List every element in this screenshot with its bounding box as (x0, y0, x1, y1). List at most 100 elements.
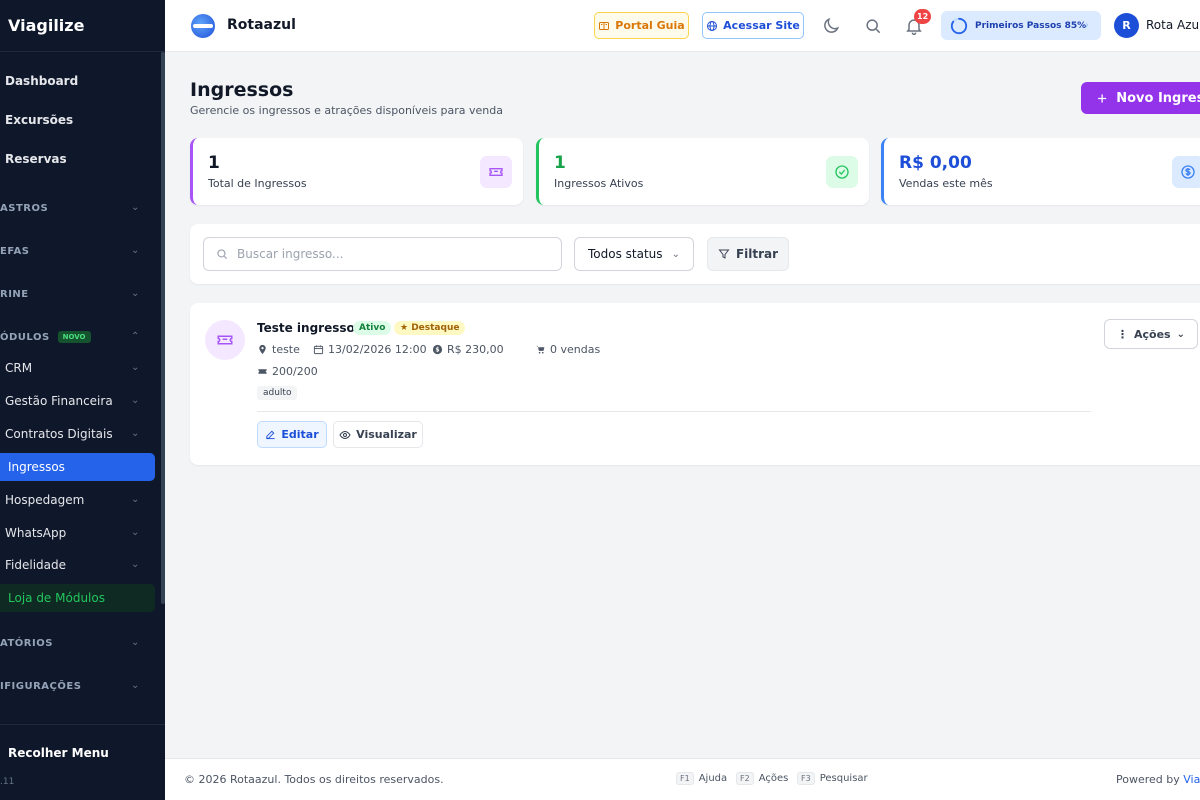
search-box[interactable] (203, 237, 562, 271)
chevron-down-icon: ⌄ (131, 527, 140, 538)
book-icon (599, 21, 610, 30)
moon-icon[interactable] (821, 16, 841, 36)
progress-ring-icon (950, 17, 968, 34)
shortcut-actions[interactable]: F2 Ações (736, 772, 788, 785)
sidebar-item-hospedagem[interactable]: Hospedagem ⌄ (0, 490, 161, 510)
edit-button[interactable]: Editar (257, 421, 327, 448)
stat-label: Ingressos Ativos (554, 177, 644, 190)
stat-label: Total de Ingressos (208, 177, 307, 190)
page-title: Ingressos (190, 79, 294, 101)
actions-dropdown-button[interactable]: ⋮ Ações ⌄ (1104, 319, 1198, 349)
filter-bar: Todos status ⌄ Filtrar (190, 224, 1200, 284)
shortcut-search[interactable]: F3 Pesquisar (797, 772, 868, 785)
sidebar-section-cadastros[interactable]: ASTROS ⌄ (0, 198, 161, 218)
stat-card-ingressos-ativos: 1 Ingressos Ativos (536, 138, 869, 205)
collapse-menu-button[interactable]: Recolher Menu (8, 746, 109, 760)
powered-by: Powered by Viag (1116, 773, 1200, 786)
check-circle-icon (826, 156, 858, 188)
filter-button[interactable]: Filtrar (707, 237, 789, 271)
top-header: Rotaazul Portal Guia Acessar Site 12 Pri… (165, 0, 1200, 52)
stat-value: 1 (208, 153, 220, 173)
user-avatar[interactable]: R (1114, 13, 1139, 38)
globe-icon (707, 20, 718, 31)
new-badge: NOVO (57, 331, 91, 343)
ticket-name: Teste ingresso (257, 321, 355, 335)
version-label: .11 (0, 777, 15, 787)
category-chip: adulto (257, 386, 298, 400)
chevron-down-icon: ⌄ (131, 428, 140, 439)
copyright-text: © 2026 Rotaazul. Todos os direitos reser… (184, 773, 444, 786)
ticket-icon (258, 369, 267, 374)
dollar-circle-icon (1172, 156, 1200, 188)
eye-icon (339, 430, 351, 439)
chevron-down-icon: ⌄ (131, 362, 140, 373)
sidebar-item-fidelidade[interactable]: Fidelidade ⌄ (0, 555, 161, 575)
ticket-price: $ R$ 230,00 (432, 343, 504, 356)
sidebar-footer: Recolher Menu .11 (0, 724, 165, 800)
calendar-icon (313, 345, 324, 355)
chevron-right-icon: › (1085, 20, 1089, 31)
sidebar-item-dashboard[interactable]: Dashboard (0, 71, 161, 91)
chevron-down-icon: ⌄ (131, 494, 140, 505)
sidebar: Viagilize Dashboard Excursões Reservas A… (0, 0, 165, 800)
dollar-circle-icon: $ (432, 344, 443, 355)
status-select[interactable]: Todos status ⌄ (574, 237, 694, 271)
ticket-card: Teste ingresso Ativo ★ Destaque teste 13… (190, 303, 1200, 465)
chevron-down-icon: ⌄ (131, 637, 140, 648)
divider (257, 411, 1091, 412)
main-content: Ingressos Gerencie os ingressos e atraçõ… (165, 52, 1200, 758)
stat-value: 1 (554, 153, 566, 173)
stat-value: R$ 0,00 (899, 153, 972, 173)
map-pin-icon (259, 344, 266, 355)
portal-guia-button[interactable]: Portal Guia (594, 12, 689, 39)
search-icon[interactable] (863, 16, 883, 36)
chevron-down-icon: ⌄ (131, 288, 140, 299)
sidebar-section-modulos[interactable]: ÓDULOS NOVO ⌃ (0, 327, 161, 347)
shortcut-help[interactable]: F1 Ajuda (676, 772, 727, 785)
chevron-down-icon: ⌄ (131, 680, 140, 691)
ticket-location: teste (257, 343, 300, 356)
sidebar-item-excursoes[interactable]: Excursões (0, 110, 161, 130)
ticket-stock: 200/200 (257, 365, 318, 378)
page-footer: © 2026 Rotaazul. Todos os direitos reser… (165, 758, 1200, 800)
sidebar-item-whatsapp[interactable]: WhatsApp ⌄ (0, 523, 161, 543)
plus-icon (1098, 93, 1107, 103)
status-badge: Ativo (353, 321, 392, 335)
notification-badge: 12 (914, 9, 932, 24)
sidebar-section-online[interactable]: RINE ⌄ (0, 284, 161, 304)
chevron-down-icon: ⌄ (131, 245, 140, 256)
chevron-down-icon: ⌄ (131, 395, 140, 406)
novo-ingresso-button[interactable]: Novo Ingresso (1081, 82, 1200, 114)
chevron-up-icon: ⌃ (131, 331, 140, 342)
ticket-sales: 0 vendas (535, 343, 600, 356)
acessar-site-button[interactable]: Acessar Site (702, 12, 804, 39)
sidebar-section-configuracoes[interactable]: IFIGURAÇÕES ⌄ (0, 676, 161, 696)
sidebar-item-ingressos[interactable]: Ingressos (0, 453, 155, 481)
stat-card-vendas-mes: R$ 0,00 Vendas este mês (881, 138, 1200, 205)
stat-card-total-ingressos: 1 Total de Ingressos (190, 138, 523, 205)
brand-logo[interactable]: Viagilize (0, 0, 165, 52)
stat-label: Vendas este mês (899, 177, 993, 190)
company-name: Rotaazul (227, 17, 296, 33)
sidebar-section-tarefas[interactable]: EFAS ⌄ (0, 241, 161, 261)
page-subtitle: Gerencie os ingressos e atrações disponí… (190, 104, 503, 117)
user-name[interactable]: Rota Azul (1146, 18, 1200, 32)
sidebar-section-relatorios[interactable]: ATÓRIOS ⌄ (0, 633, 161, 653)
chevron-down-icon: ⌄ (671, 248, 680, 260)
sidebar-item-contratos-digitais[interactable]: Contratos Digitais ⌄ (0, 424, 161, 444)
svg-text:$: $ (435, 347, 439, 354)
sidebar-item-loja-de-modulos[interactable]: Loja de Módulos (0, 584, 155, 612)
sidebar-item-crm[interactable]: CRM ⌄ (0, 358, 161, 378)
sidebar-item-reservas[interactable]: Reservas (0, 149, 161, 169)
more-vertical-icon: ⋮ (1117, 327, 1128, 341)
ticket-icon (205, 320, 245, 360)
primeiros-passos-progress[interactable]: Primeiros Passos 85% › (941, 11, 1101, 40)
sidebar-item-gestao-financeira[interactable]: Gestão Financeira ⌄ (0, 391, 161, 411)
search-input[interactable] (237, 247, 537, 261)
powered-by-link[interactable]: Viag (1183, 773, 1200, 786)
view-button[interactable]: Visualizar (333, 421, 423, 448)
cart-icon (536, 345, 545, 354)
chevron-down-icon: ⌄ (131, 559, 140, 570)
pencil-icon (266, 430, 275, 440)
search-icon (217, 249, 228, 260)
